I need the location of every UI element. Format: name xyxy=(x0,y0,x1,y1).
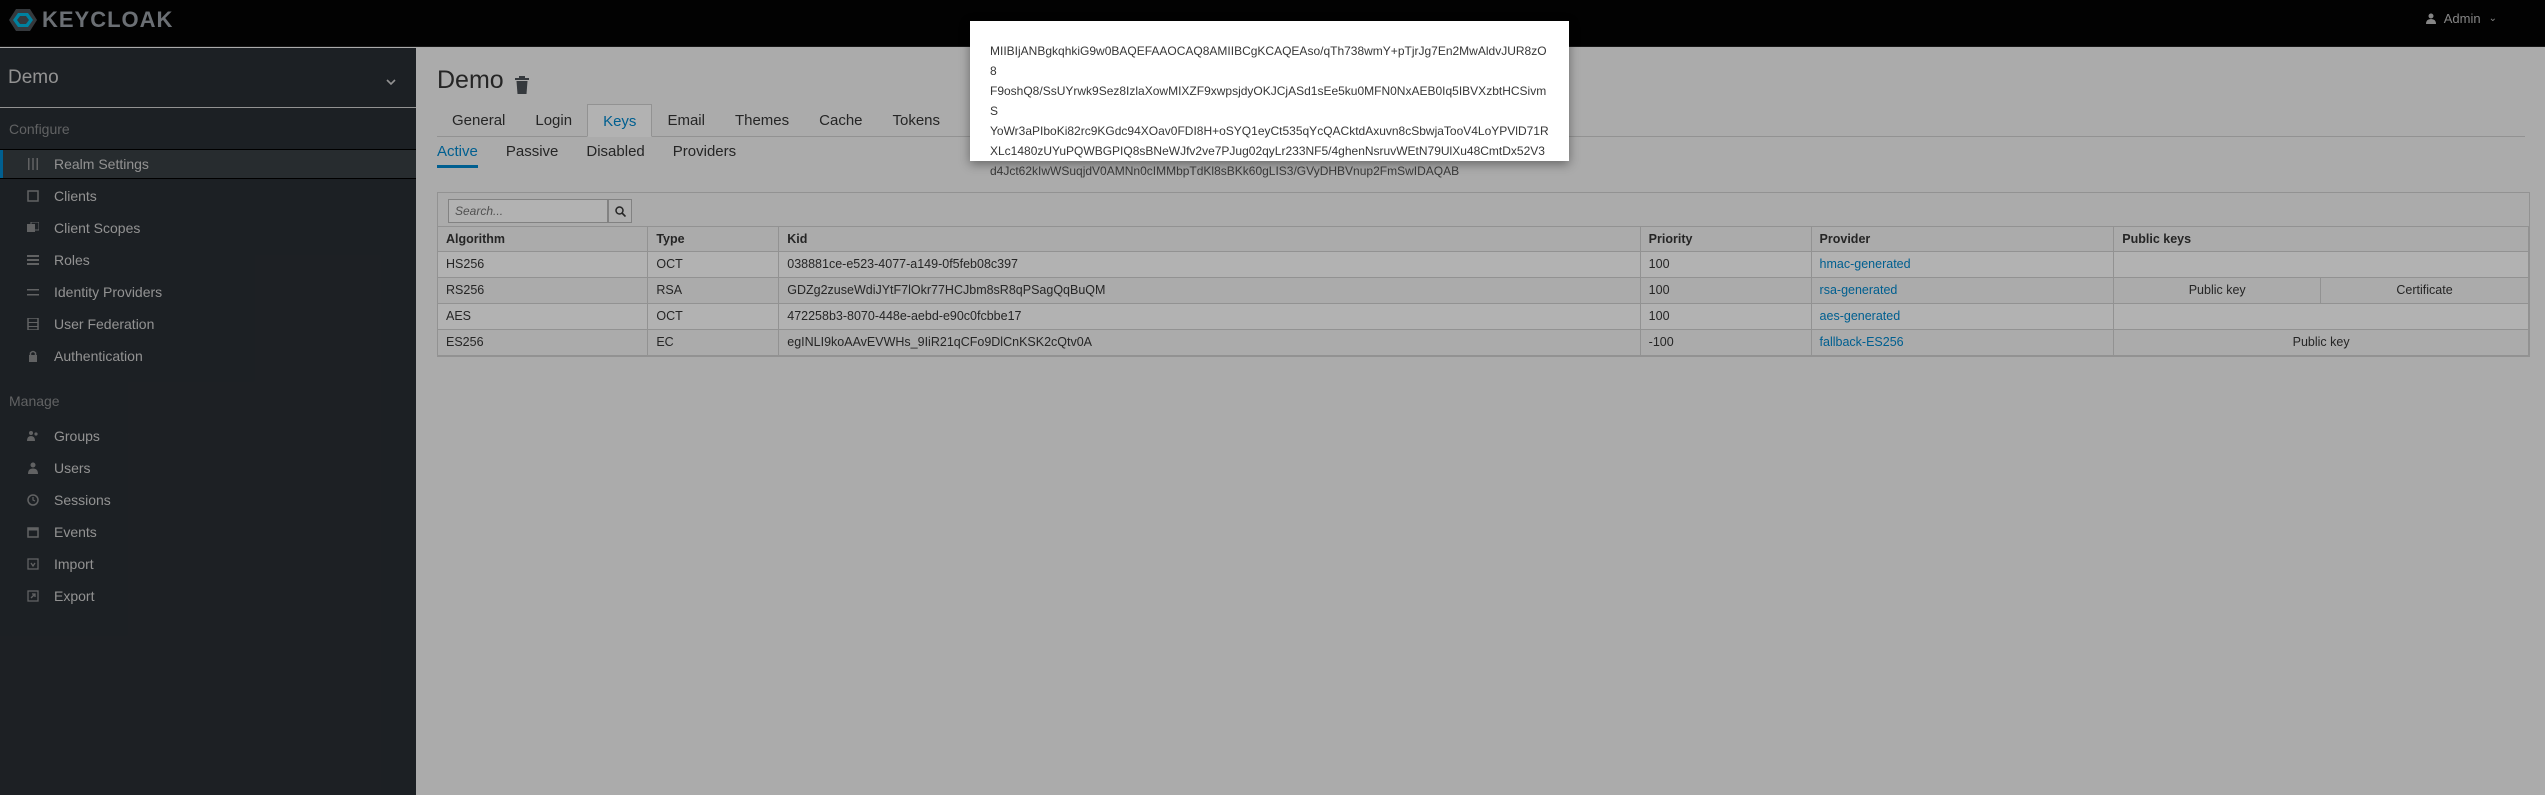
public-key-text[interactable]: MIIBIjANBgkqhkiG9w0BAQEFAAOCAQ8AMIIBCgKC… xyxy=(990,41,1549,181)
public-key-modal: MIIBIjANBgkqhkiG9w0BAQEFAAOCAQ8AMIIBCgKC… xyxy=(970,21,1569,178)
